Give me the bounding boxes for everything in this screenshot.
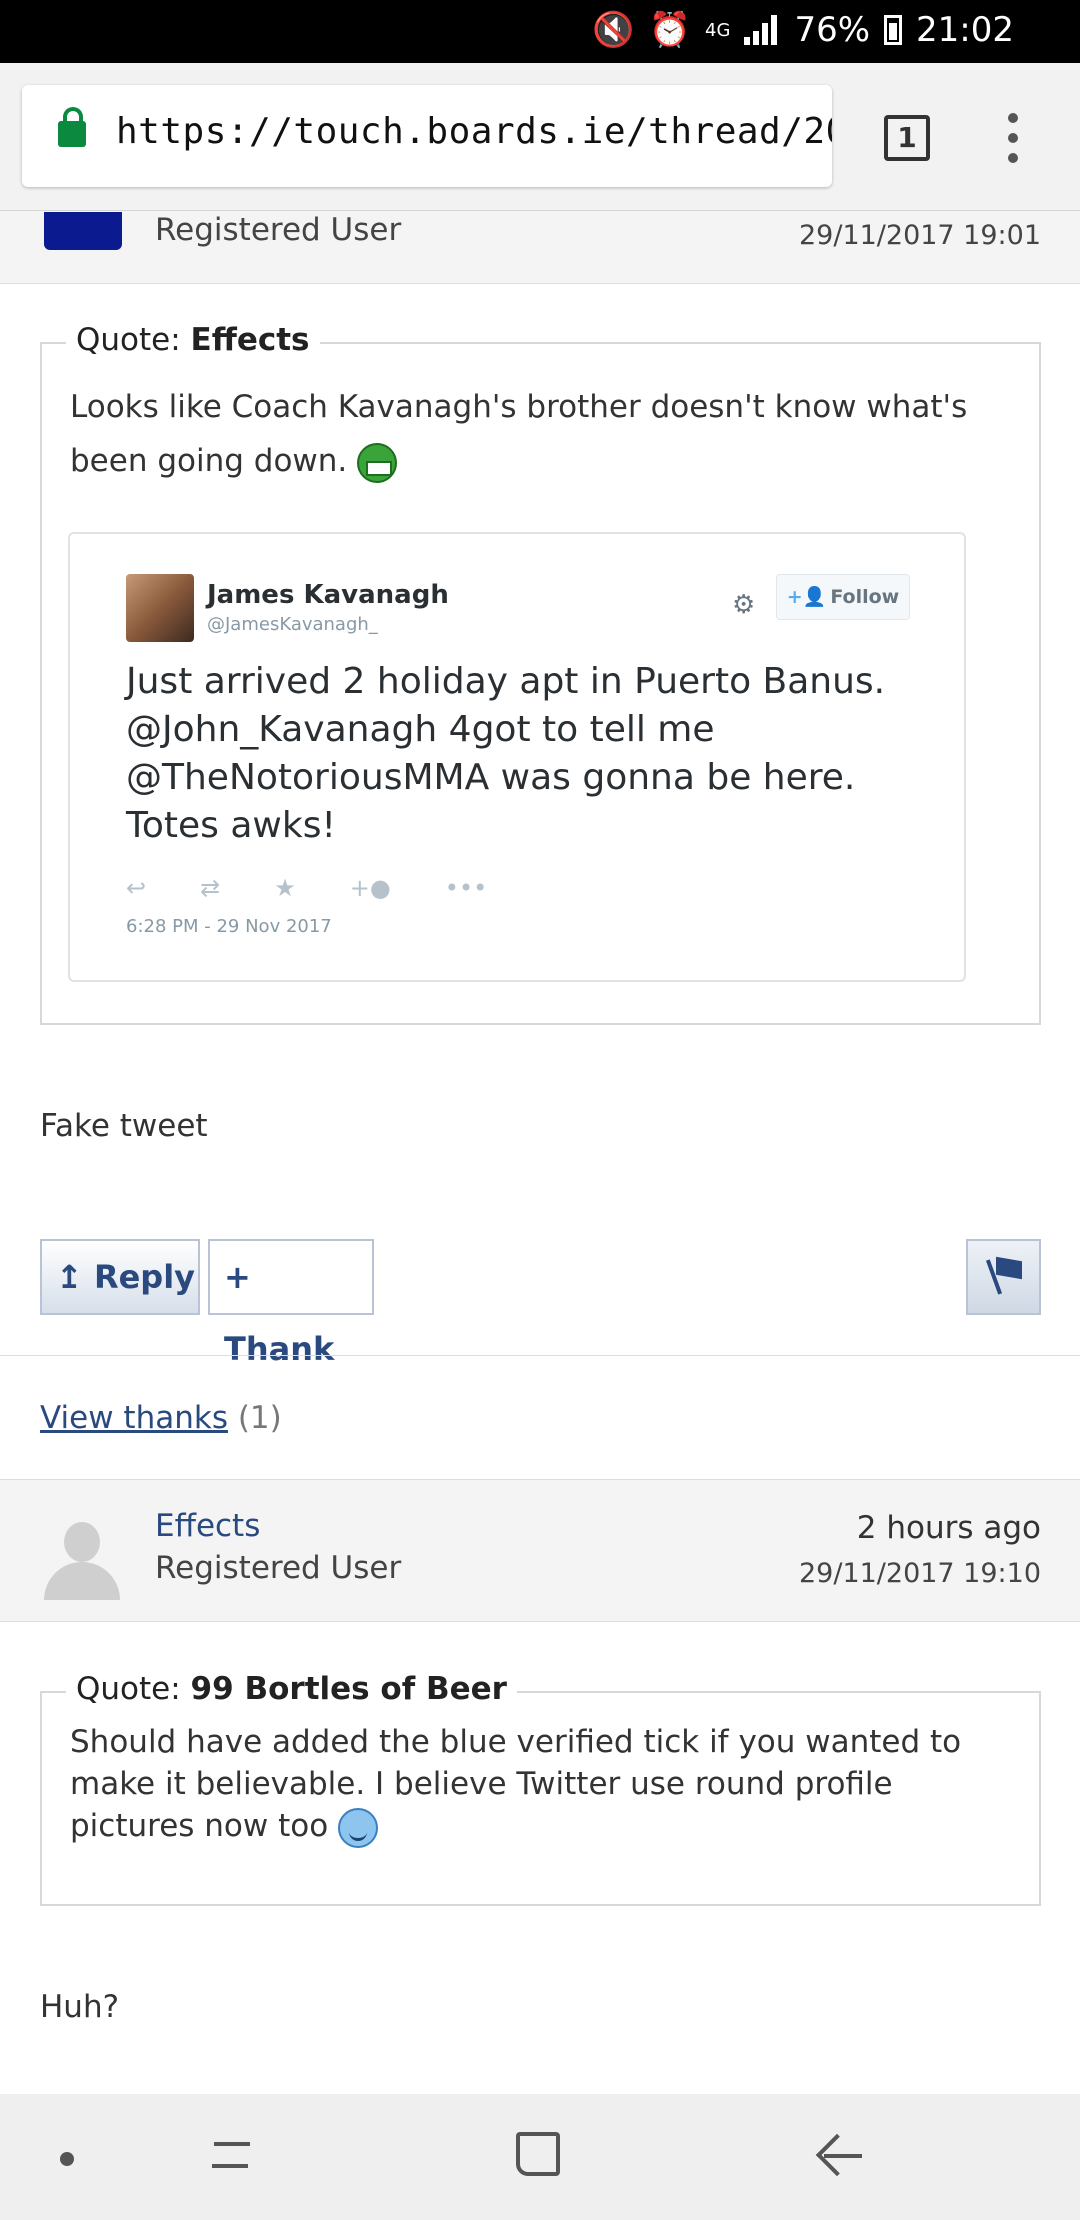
tweet-actions: ↩ ⇄ ★ +● •••	[126, 874, 487, 902]
user-role: Registered User	[155, 1550, 402, 1586]
avatar[interactable]	[44, 1522, 120, 1600]
divider	[0, 1355, 1080, 1356]
wink-smiley-icon	[338, 1807, 379, 1848]
grin-smiley-icon	[357, 442, 398, 483]
tab-switcher-button[interactable]: 1	[884, 115, 930, 161]
post-header: Effects Registered User 2 hours ago 29/1…	[0, 1479, 1080, 1622]
flag-icon[interactable]	[966, 1239, 1041, 1315]
add-user-icon: +👤	[786, 586, 827, 608]
user-role: Registered User	[155, 212, 402, 248]
quote-header: Quote: Effects	[66, 322, 320, 358]
alarm-icon: ⏰	[648, 10, 692, 50]
relative-time: 2 hours ago	[856, 1510, 1041, 1546]
username-link[interactable]: Effects	[155, 1508, 260, 1544]
battery-icon	[884, 15, 903, 45]
thank-button[interactable]: + Thank	[208, 1239, 374, 1368]
quote-text-wrap: Looks like Coach Kavanagh's brother does…	[70, 380, 1010, 488]
retweet-icon[interactable]: ⇄	[200, 874, 220, 902]
mute-icon: 🔇	[592, 10, 635, 50]
url-bar[interactable]: https://touch.boards.ie/thread/20577635	[22, 85, 832, 187]
gear-icon[interactable]: ⚙	[732, 590, 755, 620]
status-bar: 🔇 ⏰ 4G 76% 21:02	[0, 0, 1080, 63]
avatar[interactable]	[44, 212, 122, 250]
status-icons: 🔇 ⏰ 4G 76% 21:02	[592, 10, 1014, 50]
post-body: Huh?	[40, 1989, 120, 2025]
quote-box: Quote: 99 Bortles of Beer Should have ad…	[40, 1671, 1041, 1906]
browser-toolbar: https://touch.boards.ie/thread/20577635 …	[0, 63, 1080, 211]
reply-button[interactable]: ↥ Reply	[40, 1239, 200, 1315]
recent-apps-icon[interactable]	[210, 2134, 256, 2178]
nav-dot-icon[interactable]	[60, 2152, 74, 2166]
tweet-author-name[interactable]: James Kavanagh	[207, 580, 449, 610]
quote-author: 99 Bortles of Beer	[190, 1671, 507, 1707]
lock-icon	[58, 107, 86, 147]
clock: 21:02	[916, 10, 1014, 50]
quote-text: Looks like Coach Kavanagh's brother does…	[70, 389, 968, 479]
tweet-author-handle[interactable]: @JamesKavanagh_	[207, 614, 378, 635]
reply-arrow-icon: ↥	[56, 1258, 83, 1296]
embedded-tweet[interactable]: James Kavanagh @JamesKavanagh_ ⚙ +👤 Follo…	[68, 532, 966, 982]
reply-icon[interactable]: ↩	[126, 874, 146, 902]
post-timestamp: 29/11/2017 19:01	[798, 220, 1041, 251]
tweet-avatar[interactable]	[126, 574, 194, 642]
thread-content: Registered User 29/11/2017 19:01 Quote: …	[0, 211, 1080, 2094]
thanks-count: (1)	[237, 1400, 282, 1436]
quote-text-wrap: Should have added the blue verified tick…	[70, 1721, 1010, 1848]
post-timestamp: 29/11/2017 19:10	[798, 1558, 1041, 1589]
quote-header: Quote: 99 Bortles of Beer	[66, 1671, 517, 1707]
view-thanks: View thanks (1)	[40, 1400, 282, 1436]
quote-text: Should have added the blue verified tick…	[70, 1724, 962, 1844]
tweet-date[interactable]: 6:28 PM - 29 Nov 2017	[126, 916, 332, 937]
reply-label: Reply	[93, 1258, 196, 1296]
network-type: 4G	[705, 19, 731, 41]
quote-box: Quote: Effects Looks like Coach Kavanagh…	[40, 322, 1041, 1025]
post-header: Registered User 29/11/2017 19:01	[0, 211, 1080, 284]
quote-label: Quote:	[76, 1671, 191, 1707]
favorite-icon[interactable]: ★	[274, 874, 296, 902]
overflow-menu-icon[interactable]	[1006, 113, 1020, 163]
back-icon[interactable]	[818, 2136, 862, 2176]
system-nav-bar	[0, 2094, 1080, 2220]
home-icon[interactable]	[516, 2132, 560, 2176]
url-text[interactable]: https://touch.boards.ie/thread/20577635	[116, 111, 832, 152]
battery-percent: 76%	[794, 10, 871, 50]
signal-icon	[744, 15, 780, 45]
follow-label: Follow	[830, 586, 900, 608]
follow-icon[interactable]: +●	[350, 874, 391, 902]
quote-author: Effects	[190, 322, 310, 358]
tweet-text: Just arrived 2 holiday apt in Puerto Ban…	[126, 661, 886, 846]
post-body: Fake tweet	[40, 1108, 208, 1144]
quote-label: Quote:	[76, 322, 191, 358]
follow-button[interactable]: +👤 Follow	[776, 574, 910, 620]
view-thanks-link[interactable]: View thanks	[40, 1400, 228, 1436]
more-icon[interactable]: •••	[445, 874, 487, 902]
